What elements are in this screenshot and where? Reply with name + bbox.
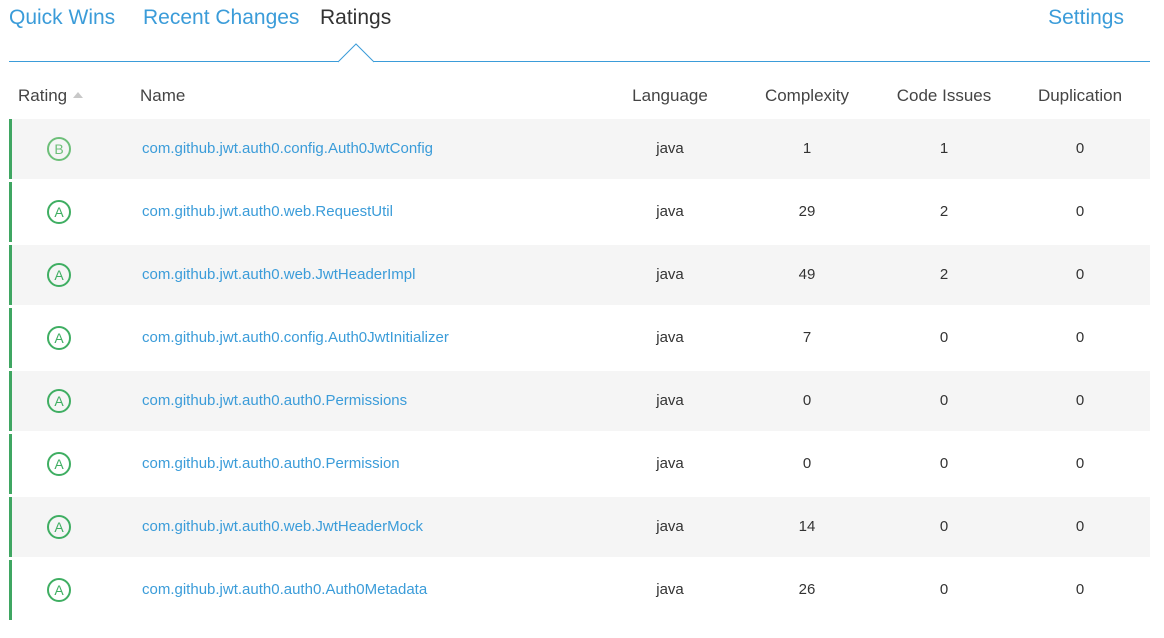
table-row[interactable]: A com.github.jwt.auth0.auth0.Permissions…	[9, 371, 1150, 431]
table-row[interactable]: A com.github.jwt.auth0.web.RequestUtil j…	[9, 182, 1150, 242]
language-cell: java	[656, 392, 684, 409]
column-header-duplication[interactable]: Duplication	[1000, 86, 1160, 106]
language-cell: java	[656, 455, 684, 472]
complexity-cell: 29	[798, 203, 816, 220]
file-name-link[interactable]: com.github.jwt.auth0.web.JwtHeaderMock	[142, 518, 423, 535]
tab-ratings[interactable]: Ratings	[320, 6, 391, 30]
complexity-cell: 49	[798, 266, 816, 283]
language-cell: java	[656, 581, 684, 598]
duplication-cell: 0	[1075, 266, 1085, 283]
column-header-name[interactable]: Name	[140, 86, 185, 106]
column-header-complexity[interactable]: Complexity	[727, 86, 887, 106]
rating-badge: B	[47, 137, 71, 161]
duplication-cell: 0	[1075, 581, 1085, 598]
language-cell: java	[656, 140, 684, 157]
file-name-link[interactable]: com.github.jwt.auth0.web.RequestUtil	[142, 203, 393, 220]
table-header: Rating Name Language Complexity Code Iss…	[9, 84, 1150, 110]
file-name-link[interactable]: com.github.jwt.auth0.web.JwtHeaderImpl	[142, 266, 415, 283]
rating-badge: A	[47, 578, 71, 602]
tab-bar: Quick Wins Recent Changes Ratings Settin…	[9, 0, 1150, 64]
column-header-language[interactable]: Language	[590, 86, 750, 106]
rating-badge: A	[47, 326, 71, 350]
complexity-cell: 14	[798, 518, 816, 535]
tab-settings[interactable]: Settings	[1048, 6, 1124, 30]
file-name-link[interactable]: com.github.jwt.auth0.auth0.Auth0Metadata	[142, 581, 427, 598]
rating-badge: A	[47, 389, 71, 413]
complexity-cell: 1	[802, 140, 812, 157]
file-name-link[interactable]: com.github.jwt.auth0.auth0.Permissions	[142, 392, 407, 409]
duplication-cell: 0	[1075, 329, 1085, 346]
complexity-cell: 0	[802, 455, 812, 472]
complexity-cell: 0	[802, 392, 812, 409]
table-row[interactable]: A com.github.jwt.auth0.web.JwtHeaderImpl…	[9, 245, 1150, 305]
file-name-link[interactable]: com.github.jwt.auth0.config.Auth0JwtConf…	[142, 140, 433, 157]
complexity-cell: 26	[798, 581, 816, 598]
language-cell: java	[656, 329, 684, 346]
table-row[interactable]: B com.github.jwt.auth0.config.Auth0JwtCo…	[9, 119, 1150, 179]
column-header-rating-label: Rating	[18, 86, 68, 105]
tab-recent-changes[interactable]: Recent Changes	[143, 6, 299, 30]
tab-quick-wins[interactable]: Quick Wins	[9, 6, 115, 30]
file-name-link[interactable]: com.github.jwt.auth0.auth0.Permission	[142, 455, 400, 472]
complexity-cell: 7	[802, 329, 812, 346]
duplication-cell: 0	[1075, 518, 1085, 535]
rating-badge: A	[47, 515, 71, 539]
column-header-rating[interactable]: Rating	[18, 86, 84, 106]
tab-underline	[9, 61, 1150, 62]
rating-badge: A	[47, 200, 71, 224]
table-row[interactable]: A com.github.jwt.auth0.web.JwtHeaderMock…	[9, 497, 1150, 557]
duplication-cell: 0	[1075, 392, 1085, 409]
language-cell: java	[656, 266, 684, 283]
duplication-cell: 0	[1075, 140, 1085, 157]
file-name-link[interactable]: com.github.jwt.auth0.config.Auth0JwtInit…	[142, 329, 449, 346]
language-cell: java	[656, 203, 684, 220]
table-row[interactable]: A com.github.jwt.auth0.auth0.Auth0Metada…	[9, 560, 1150, 620]
active-tab-caret-icon	[338, 43, 374, 63]
rating-badge: A	[47, 263, 71, 287]
rating-badge: A	[47, 452, 71, 476]
duplication-cell: 0	[1075, 455, 1085, 472]
language-cell: java	[656, 518, 684, 535]
table-row[interactable]: A com.github.jwt.auth0.config.Auth0JwtIn…	[9, 308, 1150, 368]
table-row[interactable]: A com.github.jwt.auth0.auth0.Permission …	[9, 434, 1150, 494]
duplication-cell: 0	[1075, 203, 1085, 220]
sort-up-icon	[73, 92, 84, 98]
